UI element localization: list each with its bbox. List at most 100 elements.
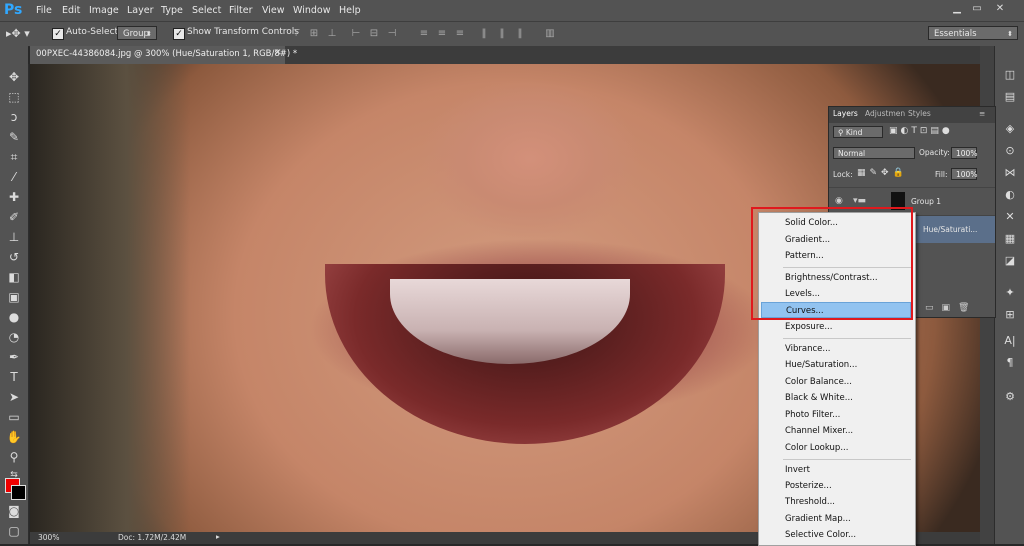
distribute-left-icon[interactable]: ‖ [478,28,490,40]
clone-stamp-icon[interactable]: ⊥ [4,228,24,246]
color-panel-icon[interactable]: ◪ [1000,252,1020,270]
show-transform-checkbox[interactable]: ✓ [173,28,185,40]
align-hcenter-icon[interactable]: ⊟ [368,28,380,40]
brush-tool-icon[interactable]: ✐ [4,208,24,226]
zoom-tool-icon[interactable]: ⚲ [4,448,24,466]
menu-item-gradient-map[interactable]: Gradient Map... [759,511,915,527]
tab-styles[interactable]: Styles [908,109,931,118]
blur-tool-icon[interactable]: ● [4,308,24,326]
auto-select-checkbox[interactable]: ✓ [52,28,64,40]
layer-filter-dropdown[interactable]: ⚲ Kind [833,126,883,138]
fill-field[interactable]: 100% [951,168,977,180]
shape-tool-icon[interactable]: ▭ [4,408,24,426]
menu-item-color-balance[interactable]: Color Balance... [759,374,915,390]
menu-select[interactable]: Select [192,0,221,21]
minimize-icon[interactable]: ▁ [950,3,964,15]
toolbar-grip[interactable] [0,46,28,64]
dodge-tool-icon[interactable]: ◔ [4,328,24,346]
distribute-right-icon[interactable]: ‖ [514,28,526,40]
move-tool-preset-icon[interactable]: ▸✥ ▾ [6,27,30,40]
menu-item-color-lookup[interactable]: Color Lookup... [759,440,915,456]
menu-view[interactable]: View [262,0,285,21]
menu-window[interactable]: Window [293,0,330,21]
adjustments-panel-icon[interactable]: ◐ [1000,186,1020,204]
path-select-icon[interactable]: ➤ [4,388,24,406]
maximize-icon[interactable]: ▭ [970,3,984,15]
history-brush-icon[interactable]: ↺ [4,248,24,266]
tool-presets-icon[interactable]: ⚙ [1000,388,1020,406]
move-tool-icon[interactable]: ✥ [4,68,24,86]
menu-edit[interactable]: Edit [62,0,80,21]
history-panel-icon[interactable]: ◫ [1000,66,1020,84]
menu-item-threshold[interactable]: Threshold... [759,494,915,510]
menu-item-channel-mixer[interactable]: Channel Mixer... [759,423,915,439]
eyedropper-tool-icon[interactable]: ⁄ [4,168,24,186]
menu-item-black-white[interactable]: Black & White... [759,390,915,406]
menu-item-posterize[interactable]: Posterize... [759,478,915,494]
menu-item-vibrance[interactable]: Vibrance... [759,341,915,357]
clone-source-icon[interactable]: ⊞ [1000,306,1020,324]
menu-type[interactable]: Type [161,0,183,21]
marquee-tool-icon[interactable]: ⬚ [4,88,24,106]
distribute-bottom-icon[interactable]: ≡ [454,28,466,40]
menu-item-photo-filter[interactable]: Photo Filter... [759,407,915,423]
auto-select-target-dropdown[interactable]: Group ⬍ [117,26,157,40]
lock-icons[interactable]: ▦✎✥🔒 [857,168,908,178]
menu-separator [783,459,911,460]
eraser-tool-icon[interactable]: ◧ [4,268,24,286]
channels-panel-icon[interactable]: ⊙ [1000,142,1020,160]
menu-layer[interactable]: Layer [127,0,154,21]
menu-filter[interactable]: Filter [229,0,253,21]
zoom-level[interactable]: 300% [38,533,59,542]
paragraph-panel-icon[interactable]: ¶ [1000,354,1020,372]
layers-panel-icon[interactable]: ◈ [1000,120,1020,138]
menu-file[interactable]: File [36,0,52,21]
menu-item-selective-color[interactable]: Selective Color... [759,527,915,543]
pen-tool-icon[interactable]: ✒ [4,348,24,366]
auto-align-icon[interactable]: ▥ [544,28,556,40]
character-panel-icon[interactable]: A| [1000,332,1020,350]
background-color-swatch[interactable] [11,485,26,500]
align-left-icon[interactable]: ⊢ [350,28,362,40]
distribute-vcenter-icon[interactable]: ≡ [436,28,448,40]
align-top-icon[interactable]: ⊤ [290,28,302,40]
distribute-hcenter-icon[interactable]: ‖ [496,28,508,40]
document-tab[interactable]: 00PXEC-44386084.jpg @ 300% (Hue/Saturati… [30,46,297,64]
tab-layers[interactable]: Layers [833,109,858,118]
styles-panel-icon[interactable]: ✕ [1000,208,1020,226]
tab-adjustments[interactable]: Adjustmen [865,109,905,118]
layer-filter-icons[interactable]: ▣◐T⊡▤● [889,126,953,136]
menu-item-hue-saturation[interactable]: Hue/Saturation... [759,357,915,373]
gradient-tool-icon[interactable]: ▣ [4,288,24,306]
screen-mode-icon[interactable]: ▢ [4,522,24,540]
auto-select-label: Auto-Select: [66,27,122,37]
blend-mode-dropdown[interactable]: Normal [833,147,915,159]
opacity-field[interactable]: 100% [951,147,977,159]
menu-image[interactable]: Image [89,0,119,21]
eye-icon[interactable]: ◉ [835,196,843,206]
layers-footer-icons[interactable]: ▭▣🗑 [925,303,977,313]
status-menu-arrow-icon[interactable]: ▸ [216,532,220,541]
swatches-panel-icon[interactable]: ▦ [1000,230,1020,248]
type-tool-icon[interactable]: T [4,368,24,386]
hand-tool-icon[interactable]: ✋ [4,428,24,446]
healing-brush-icon[interactable]: ✚ [4,188,24,206]
close-icon[interactable]: ✕ [993,3,1007,15]
menu-help[interactable]: Help [339,0,361,21]
quick-select-tool-icon[interactable]: ✎ [4,128,24,146]
lasso-tool-icon[interactable]: ↄ [4,108,24,126]
crop-tool-icon[interactable]: ⌗ [4,148,24,166]
distribute-top-icon[interactable]: ≡ [418,28,430,40]
workspace-dropdown[interactable]: Essentials ⬍ [928,26,1018,40]
paths-panel-icon[interactable]: ⋈ [1000,164,1020,182]
quick-mask-icon[interactable]: ◙ [4,502,24,520]
panel-menu-icon[interactable]: ≡ [979,109,985,118]
menu-item-invert[interactable]: Invert [759,462,915,478]
brush-presets-icon[interactable]: ✦ [1000,284,1020,302]
align-right-icon[interactable]: ⊣ [386,28,398,40]
tab-close-icon[interactable]: ✕ [274,48,282,58]
properties-panel-icon[interactable]: ▤ [1000,88,1020,106]
menu-item-exposure[interactable]: Exposure... [759,319,915,335]
align-vcenter-icon[interactable]: ⊞ [308,28,320,40]
align-bottom-icon[interactable]: ⊥ [326,28,338,40]
